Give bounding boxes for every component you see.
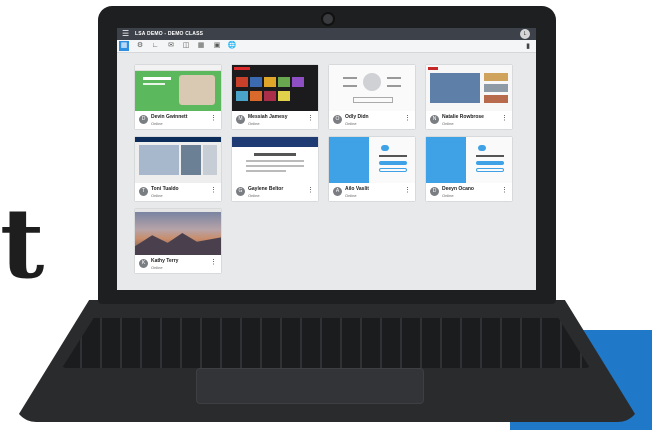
student-name: Devin Gwinnett: [151, 114, 188, 120]
class-title: LSA DEMO - DEMO CLASS: [135, 31, 204, 37]
student-name: Odly Didn: [345, 114, 369, 120]
screen-thumbnail[interactable]: [232, 137, 318, 183]
student-avatar: K: [139, 259, 148, 268]
student-name: Gaylene Beltor: [248, 186, 284, 192]
student-status: Online: [151, 193, 163, 198]
student-avatar: N: [430, 115, 439, 124]
student-tile[interactable]: G Gaylene Beltor Online ⋮: [232, 137, 318, 201]
student-tile[interactable]: T Toni Tualdo Online ⋮: [135, 137, 221, 201]
screen-thumbnail[interactable]: [426, 137, 512, 183]
student-name: Natalie Rowbrose: [442, 114, 484, 120]
chat-icon[interactable]: ▮: [526, 42, 530, 50]
background-letter: t: [0, 187, 45, 300]
student-tile[interactable]: N Natalie Rowbrose Online ⋮: [426, 65, 512, 129]
display-icon[interactable]: ▣: [212, 41, 222, 51]
more-options-icon[interactable]: ⋮: [210, 115, 217, 123]
student-tile[interactable]: M Messiah Jamesy Online ⋮: [232, 65, 318, 129]
student-name: Messiah Jamesy: [248, 114, 288, 120]
student-tile[interactable]: K Kathy Terry Online ⋮: [135, 209, 221, 273]
more-options-icon[interactable]: ⋮: [307, 187, 314, 195]
toolbar: ▦ ⚙ ∟ ✉ ◫ ▦ ▣ 🌐 ▮: [117, 40, 536, 53]
student-status: Online: [442, 121, 454, 126]
more-options-icon[interactable]: ⋮: [501, 187, 508, 195]
student-status: Online: [345, 121, 357, 126]
student-tile[interactable]: O Odly Didn Online ⋮: [329, 65, 415, 129]
student-status: Online: [248, 193, 260, 198]
more-options-icon[interactable]: ⋮: [210, 187, 217, 195]
laptop-screen: ☰ LSA DEMO - DEMO CLASS L ▦ ⚙ ∟ ✉ ◫ ▦ ▣ …: [117, 28, 536, 290]
screen-thumbnail[interactable]: [426, 65, 512, 111]
screen-thumbnail[interactable]: [329, 65, 415, 111]
student-status: Online: [248, 121, 260, 126]
student-status: Online: [442, 193, 454, 198]
view-icon[interactable]: ◫: [181, 41, 191, 51]
more-options-icon[interactable]: ⋮: [501, 115, 508, 123]
student-status: Online: [345, 193, 357, 198]
more-options-icon[interactable]: ⋮: [210, 259, 217, 267]
gear-icon[interactable]: ⚙: [135, 41, 145, 51]
screen-thumbnail[interactable]: [135, 137, 221, 183]
student-name: Kathy Terry: [151, 258, 179, 264]
share-icon[interactable]: ∟: [150, 41, 160, 51]
trackpad: [196, 368, 424, 404]
user-avatar[interactable]: L: [520, 29, 530, 39]
student-status: Online: [151, 121, 163, 126]
student-name: Deeyn Ocano: [442, 186, 474, 192]
student-tile[interactable]: A Ailo Vaslit Online ⋮: [329, 137, 415, 201]
webcam: [321, 12, 335, 26]
screen-thumbnail[interactable]: [135, 209, 221, 255]
student-name: Ailo Vaslit: [345, 186, 369, 192]
student-avatar: A: [333, 187, 342, 196]
student-avatar: T: [139, 187, 148, 196]
student-tile[interactable]: D Devin Gwinnett Online ⋮: [135, 65, 221, 129]
calendar-icon[interactable]: ▦: [196, 41, 206, 51]
student-status: Online: [151, 265, 163, 270]
more-options-icon[interactable]: ⋮: [404, 187, 411, 195]
globe-icon[interactable]: 🌐: [227, 41, 237, 51]
student-avatar: M: [236, 115, 245, 124]
more-options-icon[interactable]: ⋮: [404, 115, 411, 123]
more-options-icon[interactable]: ⋮: [307, 115, 314, 123]
screen-thumbnail[interactable]: [329, 137, 415, 183]
hamburger-menu-icon[interactable]: ☰: [122, 30, 129, 38]
app-header: ☰ LSA DEMO - DEMO CLASS L: [117, 28, 536, 40]
student-avatar: D: [139, 115, 148, 124]
student-tile[interactable]: D Deeyn Ocano Online ⋮: [426, 137, 512, 201]
keyboard: [62, 318, 590, 368]
student-name: Toni Tualdo: [151, 186, 179, 192]
student-avatar: D: [430, 187, 439, 196]
student-avatar: G: [236, 187, 245, 196]
student-avatar: O: [333, 115, 342, 124]
screen-thumbnail[interactable]: [232, 65, 318, 111]
grid-icon[interactable]: ▦: [119, 41, 129, 51]
mail-icon[interactable]: ✉: [166, 41, 176, 51]
screen-thumbnail[interactable]: [135, 65, 221, 111]
